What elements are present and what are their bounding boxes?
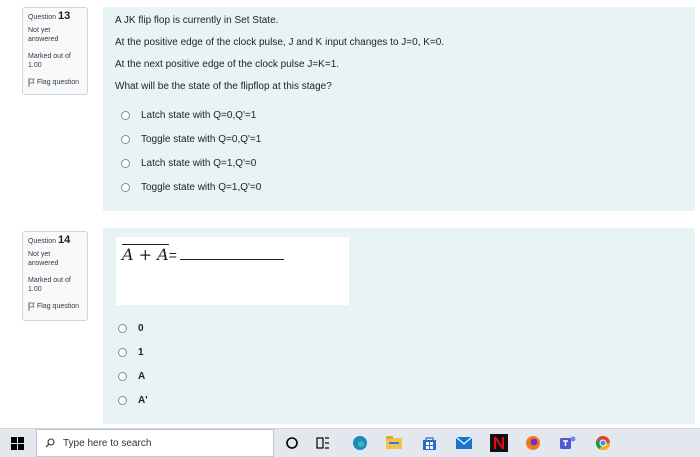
answer-option[interactable]: 1 bbox=[118, 340, 148, 364]
answer-option-label: 1 bbox=[138, 346, 144, 358]
search-placeholder: Type here to search bbox=[63, 437, 152, 449]
answer-option-label: 0 bbox=[138, 322, 144, 334]
answer-option-label: Latch state with Q=1,Q'=0 bbox=[141, 157, 257, 169]
edge-icon bbox=[353, 436, 367, 450]
task-view-button[interactable] bbox=[314, 434, 332, 452]
formula-plus: + bbox=[138, 245, 153, 264]
taskbar: Type here to search bbox=[0, 428, 700, 457]
answer-option[interactable]: Latch state with Q=0,Q'=1 bbox=[121, 103, 695, 127]
file-explorer-button[interactable] bbox=[385, 434, 403, 452]
task-view-icon bbox=[316, 437, 329, 449]
question-state: Not yet answered bbox=[28, 251, 59, 267]
teams-button[interactable] bbox=[559, 434, 577, 452]
question-text: A JK flip flop is currently in Set State… bbox=[115, 15, 695, 92]
radio-button[interactable] bbox=[121, 134, 130, 144]
chrome-icon bbox=[595, 436, 610, 450]
windows-start-button[interactable] bbox=[0, 429, 35, 457]
formula-equals: = bbox=[168, 247, 177, 263]
question-text-line: A JK flip flop is currently in Set State… bbox=[115, 15, 279, 26]
answer-option-label: Toggle state with Q=1,Q'=0 bbox=[141, 181, 262, 193]
question-number: Question 13 bbox=[28, 10, 83, 22]
flag-icon bbox=[28, 78, 35, 87]
formula-overline-group: A + A bbox=[122, 244, 169, 264]
answer-options: Latch state with Q=0,Q'=1 Toggle state w… bbox=[121, 103, 695, 199]
chrome-button[interactable] bbox=[594, 434, 612, 452]
answer-option[interactable]: Toggle state with Q=0,Q'=1 bbox=[121, 127, 695, 151]
answer-option-label: Latch state with Q=0,Q'=1 bbox=[141, 109, 257, 121]
radio-button[interactable] bbox=[118, 323, 127, 333]
flag-icon bbox=[28, 302, 35, 311]
question-13-info: Question 13 Not yet answered Marked out … bbox=[22, 7, 88, 95]
firefox-icon bbox=[526, 436, 540, 450]
question-text-line: What will be the state of the flipflop a… bbox=[115, 81, 332, 92]
flag-question-link[interactable]: Flag question bbox=[28, 302, 83, 311]
flag-question-label: Flag question bbox=[37, 303, 80, 310]
file-explorer-icon bbox=[386, 436, 402, 449]
store-icon bbox=[422, 436, 436, 450]
question-text-line: At the next positive edge of the clock p… bbox=[115, 59, 340, 70]
netflix-icon bbox=[494, 436, 504, 450]
taskbar-search-box[interactable]: Type here to search bbox=[36, 429, 274, 457]
firefox-button[interactable] bbox=[524, 434, 542, 452]
question-mark: Marked out of 1.00 bbox=[28, 277, 71, 293]
mail-icon bbox=[456, 437, 472, 449]
radio-button[interactable] bbox=[118, 347, 127, 357]
question-text-line: At the positive edge of the clock pulse,… bbox=[115, 37, 445, 48]
radio-button[interactable] bbox=[121, 182, 130, 192]
radio-button[interactable] bbox=[118, 371, 127, 381]
question-14-formula-box: A + A= bbox=[116, 237, 349, 305]
search-icon bbox=[45, 438, 55, 448]
answer-option[interactable]: A' bbox=[118, 388, 148, 412]
question-mark: Marked out of 1.00 bbox=[28, 53, 71, 69]
answer-option-label: Toggle state with Q=0,Q'=1 bbox=[141, 133, 262, 145]
radio-button[interactable] bbox=[118, 395, 127, 405]
question-number: Question 14 bbox=[28, 234, 83, 246]
cortana-button[interactable] bbox=[283, 434, 301, 452]
question-number-value: 14 bbox=[57, 234, 71, 246]
question-state: Not yet answered bbox=[28, 27, 59, 43]
boolean-formula: A + A= bbox=[122, 244, 284, 264]
edge-button[interactable] bbox=[351, 434, 369, 452]
radio-button[interactable] bbox=[121, 110, 130, 120]
radio-button[interactable] bbox=[121, 158, 130, 168]
flag-question-link[interactable]: Flag question bbox=[28, 78, 83, 87]
answer-option-label: A bbox=[138, 370, 146, 382]
teams-icon bbox=[559, 436, 575, 449]
mail-button[interactable] bbox=[455, 434, 473, 452]
question-label: Question bbox=[28, 14, 57, 21]
cortana-icon bbox=[286, 437, 298, 449]
question-label: Question bbox=[28, 238, 57, 245]
answer-option[interactable]: Latch state with Q=1,Q'=0 bbox=[121, 151, 695, 175]
netflix-button[interactable] bbox=[490, 434, 508, 452]
question-14-info: Question 14 Not yet answered Marked out … bbox=[22, 231, 88, 321]
flag-question-label: Flag question bbox=[37, 79, 80, 86]
answer-blank bbox=[179, 259, 284, 260]
store-button[interactable] bbox=[420, 434, 438, 452]
question-13-content: A JK flip flop is currently in Set State… bbox=[103, 7, 695, 211]
answer-option[interactable]: 0 bbox=[118, 316, 148, 340]
answer-option[interactable]: A bbox=[118, 364, 148, 388]
formula-var-a: A bbox=[122, 245, 134, 264]
answer-option[interactable]: Toggle state with Q=1,Q'=0 bbox=[121, 175, 695, 199]
answer-option-label: A' bbox=[138, 394, 148, 406]
formula-var-a-bar: A bbox=[157, 244, 169, 264]
question-number-value: 13 bbox=[57, 10, 71, 22]
windows-start-icon bbox=[11, 436, 24, 450]
answer-options-14: 0 1 A A' bbox=[118, 316, 148, 412]
